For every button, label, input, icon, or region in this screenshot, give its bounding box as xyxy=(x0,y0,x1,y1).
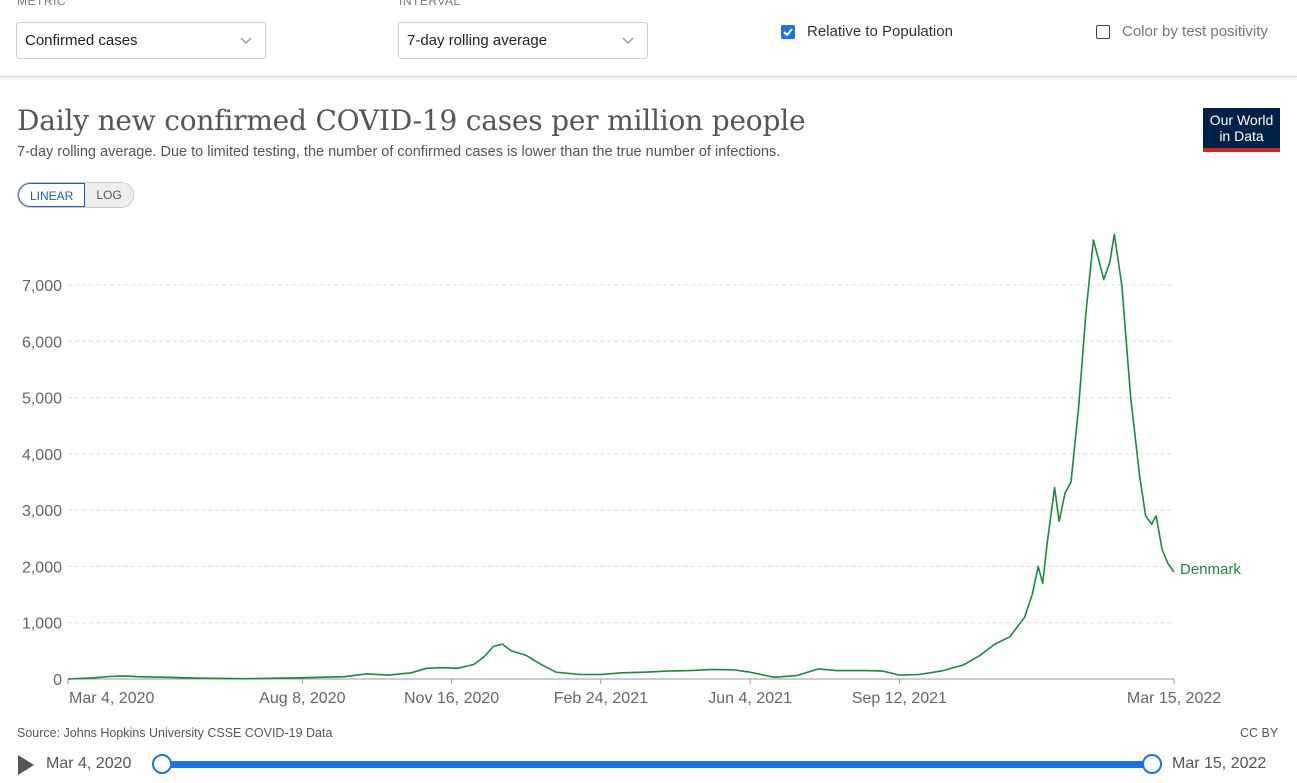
x-tick-label: Mar 4, 2020 xyxy=(69,690,154,707)
timeline-track[interactable] xyxy=(162,761,1152,768)
y-tick-label: 6,000 xyxy=(22,334,62,351)
y-axis: 0 1,000 2,000 3,000 4,000 5,000 6,000 7,000 xyxy=(22,278,62,689)
line-chart: 0 1,000 2,000 3,000 4,000 5,000 6,000 7,000 Mar… xyxy=(22,233,1241,707)
chevron-down-icon xyxy=(622,37,634,45)
log-scale-button[interactable]: LOG xyxy=(85,183,133,207)
y-tick-label: 1,000 xyxy=(22,616,62,633)
interval-label: INTERVAL xyxy=(399,0,461,8)
y-tick-label: 7,000 xyxy=(22,278,62,295)
linear-scale-button[interactable]: LINEAR xyxy=(18,183,86,207)
series-label[interactable]: Denmark xyxy=(1180,561,1241,578)
series-layer: Denmark xyxy=(67,233,1241,680)
x-tick-label: Mar 15, 2022 xyxy=(1127,690,1221,707)
relative-to-population-checkbox[interactable]: Relative to Population xyxy=(781,23,953,40)
x-tick-label: Jun 4, 2021 xyxy=(708,690,792,707)
logo-line-2: in Data xyxy=(1219,128,1264,144)
y-tick-label: 4,000 xyxy=(22,447,62,464)
x-tick-label: Aug 8, 2020 xyxy=(259,690,345,707)
timeline-start-handle[interactable] xyxy=(152,754,172,774)
play-icon[interactable] xyxy=(18,755,34,775)
relative-to-population-label: Relative to Population xyxy=(807,23,953,40)
color-by-test-positivity-checkbox[interactable]: Color by test positivity xyxy=(1096,23,1268,40)
owid-logo[interactable]: Our World in Data xyxy=(1203,108,1280,152)
scale-toggle: LINEAR LOG xyxy=(17,182,134,208)
y-tick-label: 2,000 xyxy=(22,559,62,576)
chart-subtitle: 7-day rolling average. Due to limited te… xyxy=(17,144,781,160)
license-link[interactable]: CC BY xyxy=(1240,726,1278,740)
timeline-end-handle[interactable] xyxy=(1142,754,1162,774)
y-tick-label: 0 xyxy=(53,672,62,689)
metric-label: METRIC xyxy=(17,0,66,8)
series-line-denmark[interactable] xyxy=(67,233,1175,680)
chart-title: Daily new confirmed COVID-19 cases per m… xyxy=(17,104,806,137)
interval-select[interactable]: 7-day rolling average xyxy=(398,22,648,59)
chevron-down-icon xyxy=(240,37,252,45)
timeline-end-label: Mar 15, 2022 xyxy=(1172,755,1267,772)
metric-select[interactable]: Confirmed cases xyxy=(16,22,266,59)
color-by-test-positivity-label: Color by test positivity xyxy=(1122,23,1268,40)
x-tick-label: Feb 24, 2021 xyxy=(554,690,648,707)
metric-select-value: Confirmed cases xyxy=(25,32,138,49)
logo-line-1: Our World xyxy=(1209,112,1274,128)
checkbox-unchecked-icon[interactable] xyxy=(1096,24,1110,39)
grid-layer xyxy=(68,284,1174,624)
timeline-start-label: Mar 4, 2020 xyxy=(46,755,132,772)
interval-select-value: 7-day rolling average xyxy=(407,32,548,49)
y-tick-label: 3,000 xyxy=(22,503,62,520)
controls-bar: METRIC Confirmed cases INTERVAL 7-day ro… xyxy=(0,0,1297,77)
x-tick-label: Nov 16, 2020 xyxy=(404,690,499,707)
source-note[interactable]: Source: Johns Hopkins University CSSE CO… xyxy=(17,726,332,740)
x-axis: Mar 4, 2020 Aug 8, 2020 Nov 16, 2020 Feb 24… xyxy=(67,678,1221,707)
x-tick-label: Sep 12, 2021 xyxy=(852,690,947,707)
checkbox-checked-icon[interactable] xyxy=(781,24,795,39)
y-tick-label: 5,000 xyxy=(22,391,62,408)
